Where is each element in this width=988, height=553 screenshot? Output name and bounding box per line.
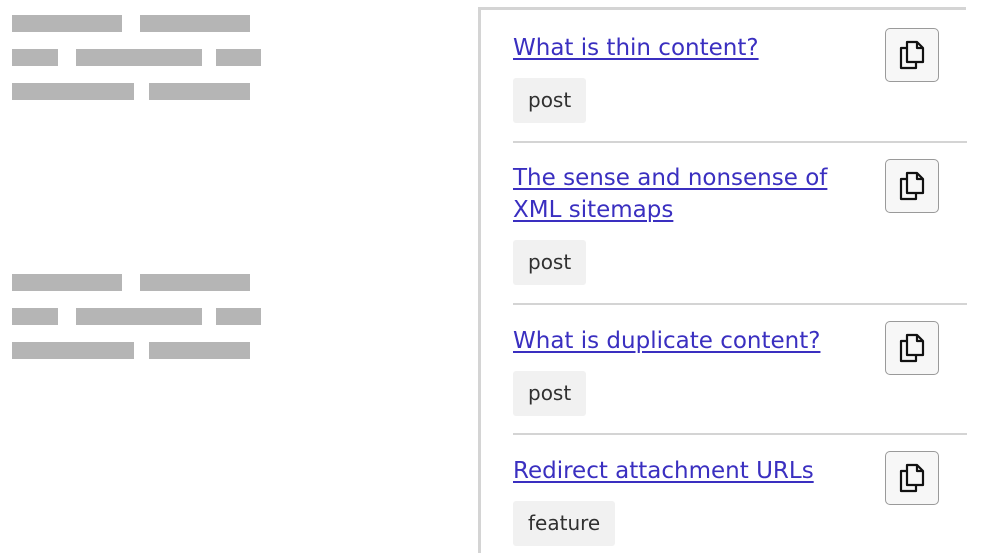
skeleton-bar <box>76 308 202 325</box>
copy-icon <box>899 40 925 70</box>
result-title-link[interactable]: The sense and nonsense of XML sitemaps <box>513 162 875 226</box>
result-item: The sense and nonsense of XML sitemaps p… <box>513 141 967 305</box>
skeleton-bar <box>216 308 261 325</box>
copy-icon <box>899 463 925 493</box>
search-results-panel: What is thin content? post The sense and… <box>478 7 967 553</box>
result-type-badge: feature <box>513 501 616 546</box>
copy-icon <box>899 333 925 363</box>
skeleton-bar <box>12 15 122 32</box>
copy-icon <box>899 171 925 201</box>
copy-button[interactable] <box>885 451 939 505</box>
result-item: What is duplicate content? post <box>513 303 967 435</box>
page: What is thin content? post The sense and… <box>0 0 988 553</box>
skeleton-bar <box>149 83 250 100</box>
result-type-badge: post <box>513 371 587 416</box>
copy-button[interactable] <box>885 28 939 82</box>
skeleton-bar <box>12 49 58 66</box>
skeleton-area <box>0 0 470 553</box>
result-title-link[interactable]: What is duplicate content? <box>513 325 875 357</box>
result-title-link[interactable]: What is thin content? <box>513 32 875 64</box>
skeleton-bar <box>149 342 250 359</box>
result-type-badge: post <box>513 78 587 123</box>
result-item: Redirect attachment URLs feature <box>513 433 967 553</box>
result-title-link[interactable]: Redirect attachment URLs <box>513 455 875 487</box>
skeleton-bar <box>12 342 134 359</box>
skeleton-bar <box>140 274 250 291</box>
copy-button[interactable] <box>885 159 939 213</box>
skeleton-bar <box>76 49 202 66</box>
skeleton-bar <box>12 83 134 100</box>
result-item: What is thin content? post <box>513 10 967 143</box>
result-type-badge: post <box>513 240 587 285</box>
skeleton-bar <box>12 308 58 325</box>
skeleton-bar <box>216 49 261 66</box>
copy-button[interactable] <box>885 321 939 375</box>
skeleton-bar <box>140 15 250 32</box>
skeleton-bar <box>12 274 122 291</box>
